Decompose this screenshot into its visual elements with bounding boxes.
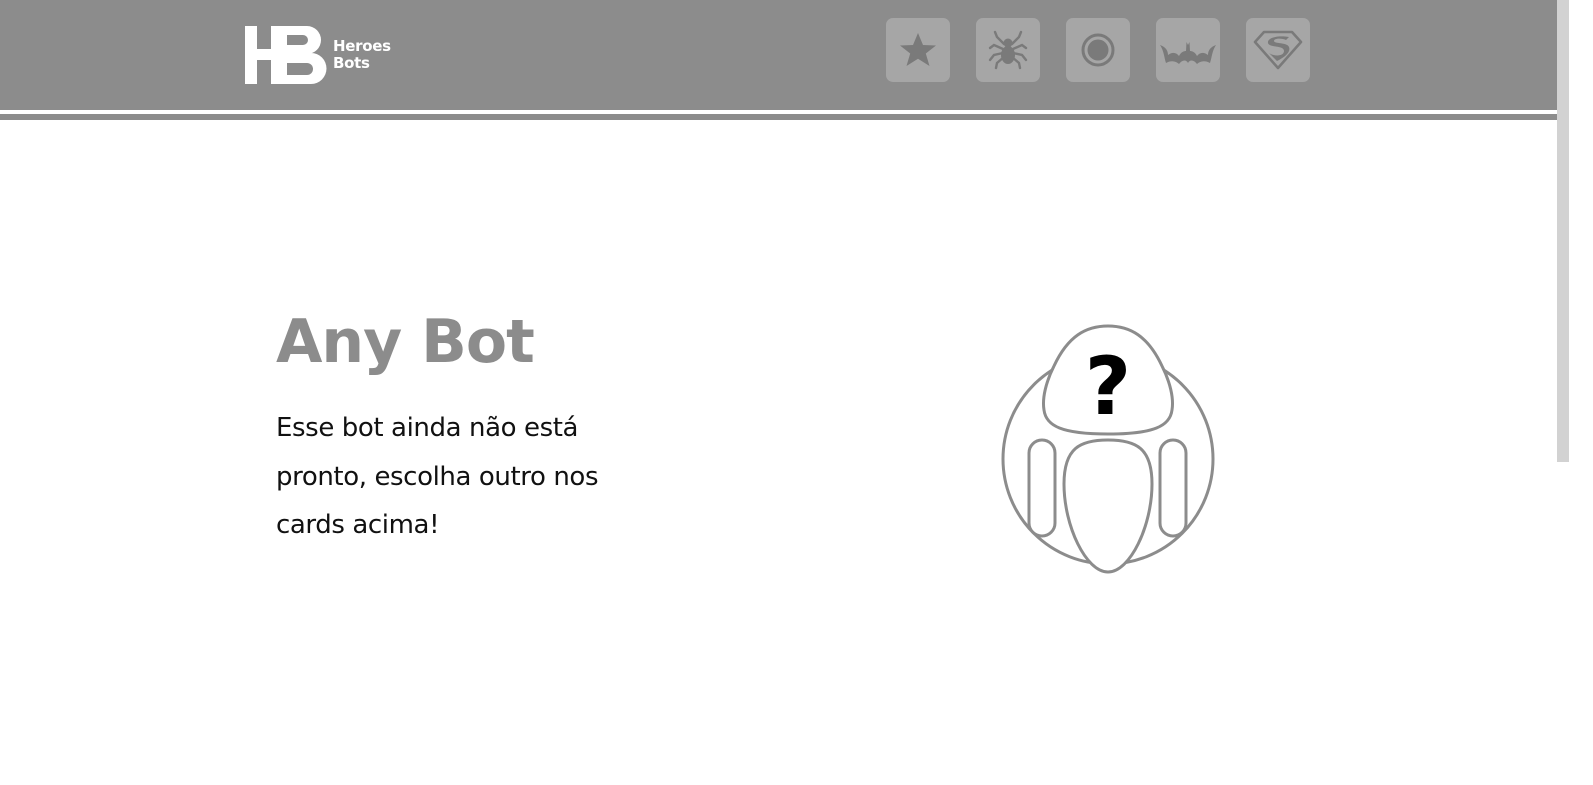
nav-button-star[interactable]: [886, 18, 950, 82]
brand-name: Heroes Bots: [333, 38, 391, 72]
spider-icon: [988, 30, 1028, 70]
nav-button-bat[interactable]: [1156, 18, 1220, 82]
star-icon: [900, 33, 936, 66]
brand-name-line1: Heroes: [333, 37, 391, 55]
superman-shield-icon: [1253, 30, 1303, 70]
nav-button-target[interactable]: [1066, 18, 1130, 82]
brand-logo[interactable]: Heroes Bots: [245, 26, 395, 86]
page-title: Any Bot: [276, 307, 535, 377]
bot-description: Esse bot ainda não está pronto, escolha …: [276, 413, 599, 540]
nav-button-spider[interactable]: [976, 18, 1040, 82]
scrollbar-thumb[interactable]: [1557, 0, 1569, 462]
question-mark: ?: [1085, 340, 1131, 433]
brand-name-line2: Bots: [333, 54, 370, 72]
hb-logo-icon: [245, 26, 327, 84]
target-circle-icon: [1081, 33, 1115, 67]
header-bar: Heroes Bots: [0, 0, 1557, 110]
header-divider: [0, 114, 1557, 120]
bat-icon: [1160, 42, 1216, 64]
nav-button-superman[interactable]: [1246, 18, 1310, 82]
unknown-bot-icon: ?: [1001, 324, 1215, 574]
